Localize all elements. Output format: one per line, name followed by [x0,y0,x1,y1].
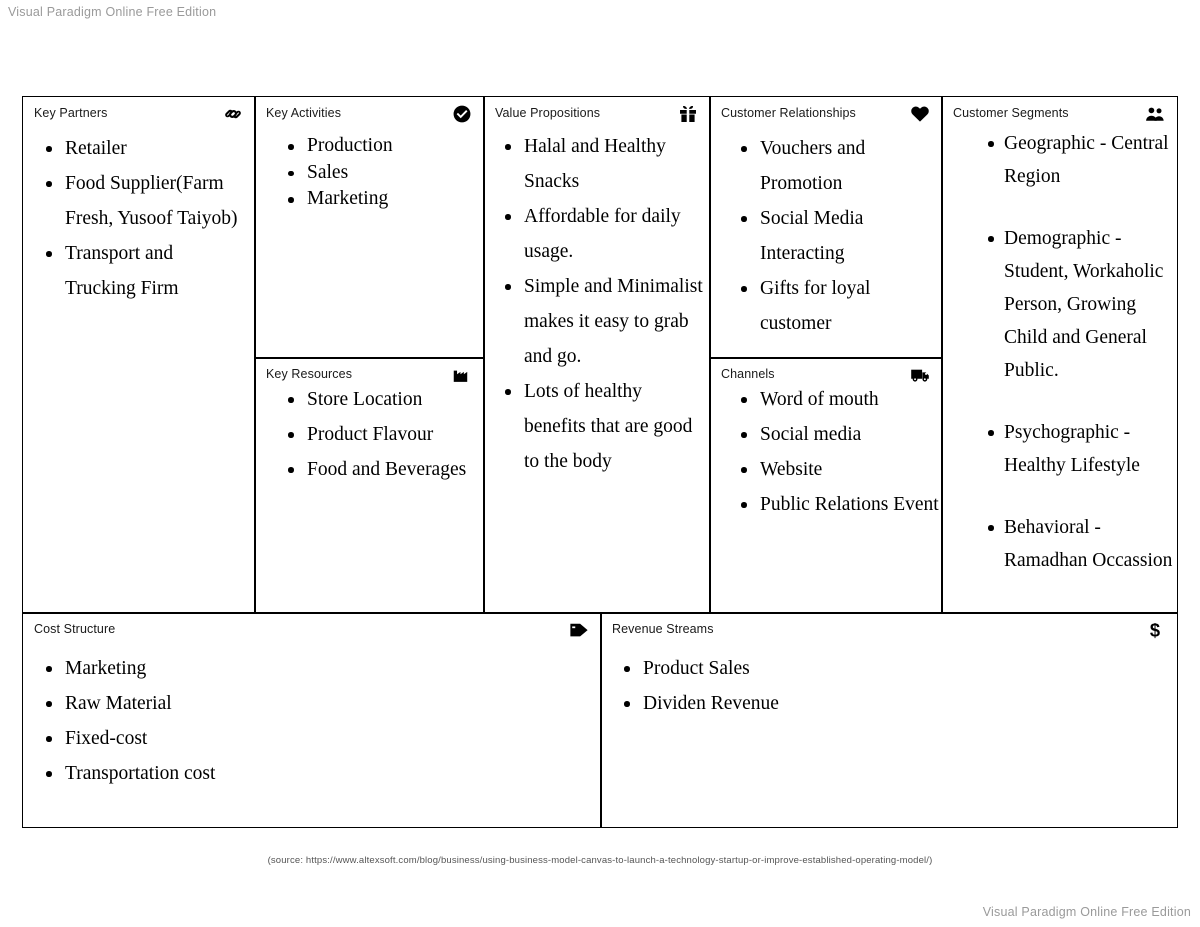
block-channels[interactable]: Channels Word of mouth Social media Webs… [709,357,943,614]
list-item: Product Flavour [279,417,479,452]
block-key-partners[interactable]: Key Partners Retailer Food Supplier(Farm… [22,96,256,614]
list-item: Food and Beverages [279,452,479,487]
list-item: Food Supplier(Farm Fresh, Yusoof Taiyob) [37,166,245,236]
list-item: Dividen Revenue [615,686,1155,721]
list-item: Public Relations Event [732,487,942,522]
price-tag-icon [568,619,590,641]
block-title: Customer Relationships [721,106,856,120]
block-title: Key Resources [266,367,353,381]
block-key-activities[interactable]: Key Activities Production Sales Marketin… [254,96,485,359]
block-title: Customer Segments [953,106,1069,120]
list-item: Store Location [279,382,479,417]
block-header: Key Activities [255,97,484,125]
block-header: Customer Relationships [710,97,942,125]
block-cost-structure[interactable]: Cost Structure Marketing Raw Material Fi… [22,612,602,828]
list-item: Website [732,452,942,487]
gift-icon [677,103,699,125]
business-model-canvas: Key Partners Retailer Food Supplier(Farm… [22,96,1178,828]
block-item-list: Product Sales Dividen Revenue [615,651,1155,721]
list-item: Behavioral - Ramadhan Occassion [976,511,1181,577]
list-item: Geographic - Central Region [976,127,1181,193]
list-item: Gifts for loyal customer [732,271,937,341]
block-customer-relationships[interactable]: Customer Relationships Vouchers and Prom… [709,96,943,359]
block-revenue-streams[interactable]: Revenue Streams $ Product Sales Dividen … [600,612,1178,828]
block-title: Cost Structure [34,622,116,636]
list-item: Production [279,133,474,160]
heart-icon [909,103,931,125]
list-item: Word of mouth [732,382,942,417]
list-item: Marketing [279,186,474,213]
list-item: Simple and Minimalist makes it easy to g… [496,269,704,374]
list-item: Marketing [37,651,577,686]
block-item-list: Vouchers and Promotion Social Media Inte… [732,131,937,341]
list-item: Vouchers and Promotion [732,131,937,201]
list-item: Social media [732,417,942,452]
block-item-list: Store Location Product Flavour Food and … [279,382,479,487]
list-item: Halal and Healthy Snacks [496,129,704,199]
block-header: Cost Structure [23,613,601,641]
people-icon [1144,103,1166,125]
list-item: Lots of healthy benefits that are good t… [496,374,704,479]
list-item: Social Media Interacting [732,201,937,271]
dollar-sign-icon: $ [1144,619,1166,641]
block-header: Key Partners [23,97,255,125]
block-header: Revenue Streams $ [601,613,1177,641]
list-item: Demographic - Student, Workaholic Person… [976,222,1181,387]
block-value-propositions[interactable]: Value Propositions Halal and Healthy Sna… [483,96,711,614]
list-item: Product Sales [615,651,1155,686]
svg-text:$: $ [1150,620,1160,641]
list-item: Retailer [37,131,245,166]
block-title: Revenue Streams [612,622,714,636]
list-item: Raw Material [37,686,577,721]
watermark-bottom: Visual Paradigm Online Free Edition [982,905,1191,919]
block-item-list: Word of mouth Social media Website Publi… [732,382,942,522]
block-title: Channels [721,367,775,381]
list-item: Psychographic - Healthy Lifestyle [976,416,1181,482]
block-title: Key Partners [34,106,108,120]
chain-link-icon [222,103,244,125]
watermark-top: Visual Paradigm Online Free Edition [8,5,217,19]
block-header: Value Propositions [484,97,710,125]
list-item: Fixed-cost [37,721,577,756]
block-title: Key Activities [266,106,342,120]
block-header: Customer Segments [942,97,1177,125]
block-item-list: Production Sales Marketing [279,133,474,213]
check-circle-icon [451,103,473,125]
list-item: Sales [279,160,474,187]
block-item-list: Geographic - Central Region Demographic … [976,127,1181,606]
block-key-resources[interactable]: Key Resources Store Location Product Fla… [254,357,485,614]
block-item-list: Halal and Healthy Snacks Affordable for … [496,129,704,479]
block-item-list: Marketing Raw Material Fixed-cost Transp… [37,651,577,791]
block-title: Value Propositions [495,106,601,120]
list-item: Transportation cost [37,756,577,791]
source-citation: (source: https://www.altexsoft.com/blog/… [267,855,933,866]
list-item: Affordable for daily usage. [496,199,704,269]
block-customer-segments[interactable]: Customer Segments Geographic - Central R… [941,96,1178,614]
block-item-list: Retailer Food Supplier(Farm Fresh, Yusoo… [37,131,245,306]
list-item: Transport and Trucking Firm [37,236,245,306]
